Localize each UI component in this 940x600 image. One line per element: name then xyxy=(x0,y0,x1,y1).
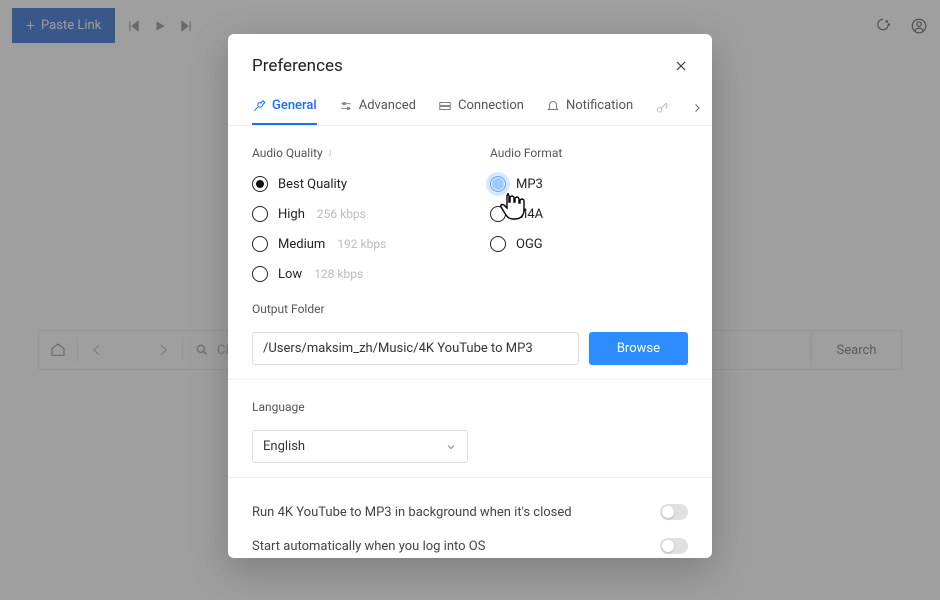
radio-indicator xyxy=(252,176,268,192)
chevron-down-icon xyxy=(445,441,457,453)
tabs-scroll-right-icon[interactable] xyxy=(691,102,703,114)
preferences-dialog: Preferences General Advanced Connection … xyxy=(228,34,712,558)
switch-start-on-login[interactable]: Start automatically when you log into OS xyxy=(252,532,688,558)
tab-connection[interactable]: Connection xyxy=(438,90,524,125)
connection-icon xyxy=(438,99,452,113)
dialog-title: Preferences xyxy=(252,56,343,76)
sliders-icon xyxy=(339,99,353,113)
browse-button[interactable]: Browse xyxy=(589,332,688,365)
audio-format-label: Audio Format xyxy=(490,146,562,160)
tab-bar: General Advanced Connection Notification xyxy=(228,90,712,126)
output-folder-label: Output Folder xyxy=(252,302,325,316)
radio-best-quality[interactable]: Best Quality xyxy=(252,176,450,192)
output-folder-input[interactable] xyxy=(252,332,579,365)
toggle[interactable] xyxy=(660,504,688,520)
close-icon[interactable] xyxy=(674,59,688,73)
tab-advanced[interactable]: Advanced xyxy=(339,90,416,125)
radio-low[interactable]: Low 128 kbps xyxy=(252,266,450,282)
audio-quality-section: Audio Quality i Best Quality High 256 kb… xyxy=(252,146,450,296)
radio-indicator xyxy=(252,206,268,222)
key-icon[interactable] xyxy=(655,101,669,115)
radio-medium[interactable]: Medium 192 kbps xyxy=(252,236,450,252)
bell-icon xyxy=(546,99,560,113)
radio-ogg[interactable]: OGG xyxy=(490,236,688,252)
audio-quality-label: Audio Quality xyxy=(252,146,323,160)
info-icon[interactable]: i xyxy=(329,147,332,159)
radio-indicator xyxy=(490,236,506,252)
radio-indicator xyxy=(252,236,268,252)
tab-notification[interactable]: Notification xyxy=(546,90,633,125)
tab-general[interactable]: General xyxy=(252,90,317,125)
cursor-pointer-icon xyxy=(498,190,526,222)
switch-run-in-background[interactable]: Run 4K YouTube to MP3 in background when… xyxy=(252,498,688,532)
radio-indicator xyxy=(252,266,268,282)
language-select[interactable]: English xyxy=(252,430,468,463)
radio-high[interactable]: High 256 kbps xyxy=(252,206,450,222)
toggle[interactable] xyxy=(660,538,688,554)
language-label: Language xyxy=(252,400,305,414)
wrench-icon xyxy=(252,99,266,113)
